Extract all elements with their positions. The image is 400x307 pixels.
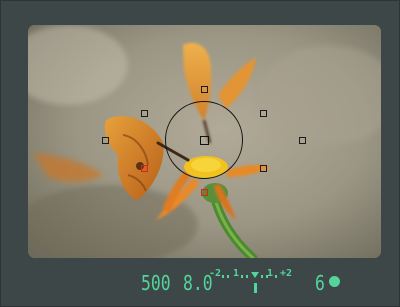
spot-metering-circle xyxy=(165,101,243,179)
af-point-upper-left xyxy=(141,110,148,117)
meter-pointer xyxy=(251,272,259,278)
focus-confirm-icon xyxy=(329,276,340,287)
meter-level-bar xyxy=(254,283,257,293)
af-point-top xyxy=(201,86,208,93)
meter-scale-ticks xyxy=(222,272,277,293)
af-point-lower-left-active xyxy=(141,165,148,172)
af-point-lower-right xyxy=(260,165,267,172)
viewfinder: 500 8.0 -2 1 1 +2 6 xyxy=(0,0,400,307)
shutter-speed: 500 xyxy=(141,271,171,295)
af-point-right xyxy=(299,137,306,144)
af-point-bottom-active xyxy=(201,189,208,196)
exposure-level-meter: -2 1 1 +2 xyxy=(209,269,299,295)
af-point-upper-right xyxy=(260,110,267,117)
viewfinder-image xyxy=(28,25,381,258)
af-point-left xyxy=(102,137,109,144)
shots-remaining: 6 xyxy=(315,271,325,295)
